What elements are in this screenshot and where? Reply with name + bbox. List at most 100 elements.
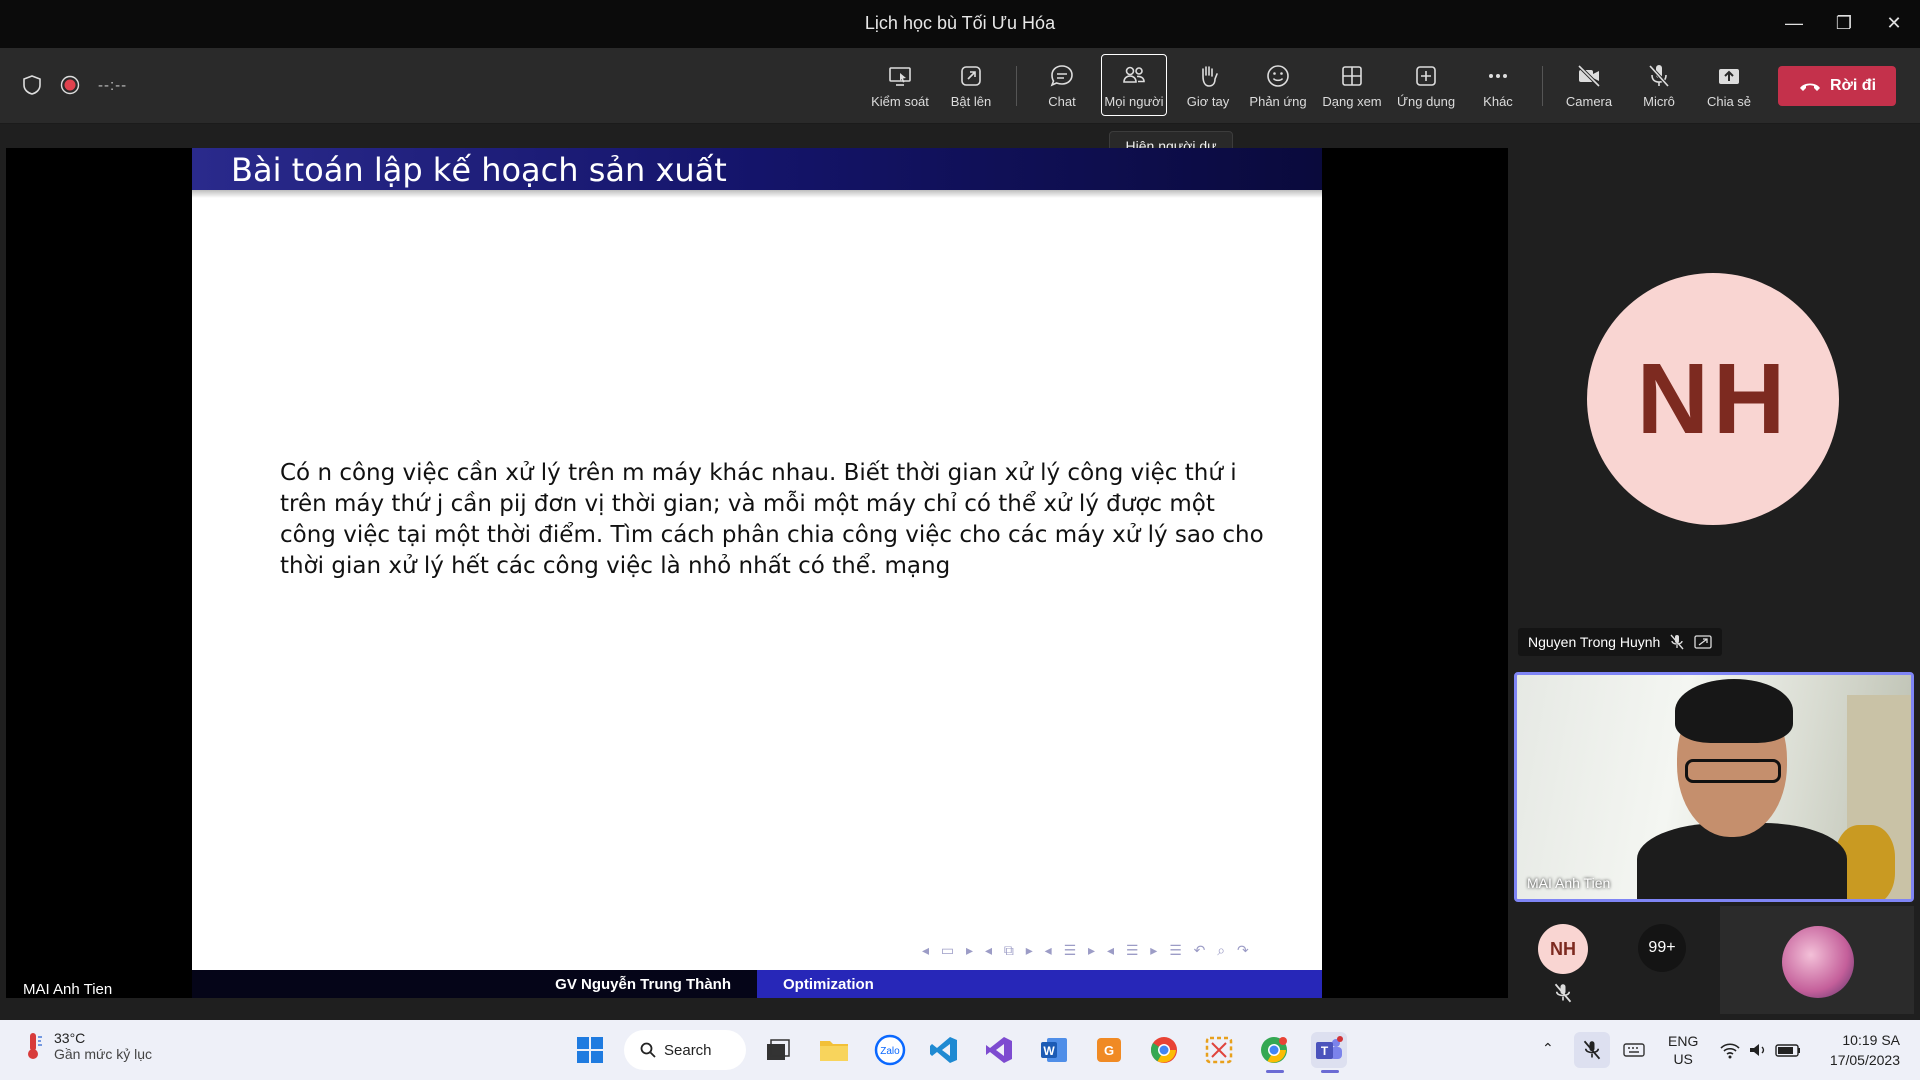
visual-studio-icon[interactable] [981, 1032, 1017, 1068]
raise-hand-icon [1202, 65, 1218, 87]
camera-label: Camera [1565, 93, 1613, 109]
snipping-tool-icon[interactable] [1201, 1032, 1237, 1068]
system-clock[interactable]: 10:19 SA 17/05/2023 [1812, 1030, 1900, 1070]
reaction-label: Phản ứng [1249, 93, 1307, 109]
svg-text:Zalo: Zalo [880, 1046, 900, 1057]
more-icon [1489, 73, 1507, 78]
zalo-icon[interactable]: Zalo [872, 1032, 908, 1068]
running-indicator [1321, 1070, 1339, 1073]
meeting-timer: --:-- [98, 76, 128, 94]
taskbar-search[interactable]: Search [624, 1030, 746, 1070]
self-view-tile[interactable] [1720, 906, 1914, 1014]
slide-header: Bài toán lập kế hoạch sản xuất [192, 148, 1322, 190]
close-button[interactable]: ✕ [1872, 8, 1916, 38]
word-icon[interactable]: W [1036, 1032, 1072, 1068]
pop-out-icon [961, 65, 981, 86]
video-participant-name: MAI Anh Tien [1527, 875, 1611, 891]
folder-glyph [820, 1041, 848, 1061]
search-label: Search [664, 1041, 712, 1059]
tray-overflow-icon[interactable]: ⌃ [1542, 1040, 1554, 1057]
svg-text:G: G [1104, 1043, 1114, 1058]
slide-line: trên máy thứ j cần pij đơn vị thời gian;… [280, 491, 1215, 517]
teams-glyph: T [1316, 1036, 1343, 1059]
meeting-status: --:-- [22, 74, 127, 96]
more-participants-button[interactable]: 99+ [1638, 924, 1686, 972]
running-indicator [1266, 1070, 1284, 1073]
windows-taskbar: 33°C Gần mức kỷ lục Search Zalo W G T ⌃ … [0, 1020, 1920, 1080]
mic-off-icon [1648, 64, 1670, 87]
start-button[interactable] [572, 1032, 608, 1068]
window-title: Lịch học bù Tối Ưu Hóa [864, 13, 1056, 33]
weather-widget[interactable]: 33°C Gần mức kỷ lục [22, 1030, 152, 1062]
camera-off-icon [1577, 64, 1601, 87]
avatar[interactable]: NH [1538, 924, 1588, 974]
toolbar-divider [1016, 66, 1017, 106]
participant-name-tag: Nguyen Trong Huynh [1518, 628, 1723, 656]
more-button[interactable]: Khác [1462, 54, 1534, 116]
avatar[interactable]: NH [1587, 273, 1839, 525]
keyboard-icon[interactable] [1616, 1032, 1652, 1068]
slide-line: Có n công việc cần xử lý trên m máy khác… [280, 460, 1237, 486]
visual-studio-glyph [986, 1037, 1012, 1063]
system-tray-status[interactable] [1716, 1032, 1806, 1068]
more-label: Khác [1483, 93, 1513, 109]
language-indicator[interactable]: ENG US [1668, 1032, 1698, 1068]
raise-hand-button[interactable]: Giơ tay [1172, 54, 1244, 116]
mic-button[interactable]: Micrô [1623, 54, 1695, 116]
hang-up-icon [1799, 83, 1820, 91]
window-title-bar: Lịch học bù Tối Ưu Hóa — ❐ ✕ [0, 0, 1920, 48]
foxit-pdf-icon[interactable]: G [1091, 1032, 1127, 1068]
teams-icon[interactable]: T [1311, 1032, 1347, 1068]
pdf-glyph: G [1097, 1038, 1121, 1062]
minimize-button[interactable]: — [1772, 8, 1816, 38]
slide-navigation-icons: ◂ ▭ ▸ ◂ ⧉ ▸ ◂ ☰ ▸ ◂ ☰ ▸ ☰ ↶ ⌕ ↷ [922, 942, 1253, 958]
file-explorer-icon[interactable] [816, 1032, 852, 1068]
reaction-icon [1267, 64, 1289, 87]
view-button[interactable]: Dạng xem [1316, 54, 1388, 116]
share-icon [1719, 68, 1739, 84]
chrome-profile-glyph [1261, 1037, 1287, 1063]
language-region: US [1673, 1051, 1693, 1067]
presentation-slide: Bài toán lập kế hoạch sản xuất Có n công… [192, 148, 1322, 998]
video-tile[interactable]: MAI Anh Tien [1514, 672, 1914, 902]
chrome-icon[interactable] [1146, 1032, 1182, 1068]
weather-desc: Gần mức kỷ lục [54, 1046, 153, 1062]
slide-footer-topic: Optimization [757, 970, 1322, 998]
clock-time: 10:19 SA [1842, 1032, 1900, 1048]
shield-icon[interactable] [22, 74, 42, 96]
windows-logo-icon [577, 1037, 603, 1063]
participant-name: Nguyen Trong Huynh [1528, 634, 1661, 650]
slide-line: công việc tại một thời điểm. Tìm cách ph… [280, 522, 1264, 548]
tray-mic-icon[interactable] [1574, 1032, 1610, 1068]
mic-off-icon [1554, 983, 1572, 1003]
people-button[interactable]: Mọi người [1101, 54, 1167, 116]
raise-hand-label: Giơ tay [1186, 93, 1230, 109]
task-view-icon[interactable] [760, 1032, 796, 1068]
restore-button[interactable]: ❐ [1822, 8, 1866, 38]
camera-button[interactable]: Camera [1553, 54, 1625, 116]
video-person-hair [1675, 679, 1793, 743]
mic-label: Micrô [1643, 93, 1675, 109]
apps-label: Ứng dụng [1396, 93, 1456, 109]
share-button[interactable]: Chia sẻ [1693, 54, 1765, 116]
chat-label: Chat [1048, 93, 1076, 109]
control-screen-button[interactable]: Kiểm soát [864, 54, 936, 116]
chat-button[interactable]: Chat [1026, 54, 1098, 116]
svg-text:W: W [1043, 1044, 1055, 1058]
slide-title: Bài toán lập kế hoạch sản xuất [231, 151, 727, 189]
recording-icon [60, 75, 80, 95]
pop-out-label: Bật lên [950, 93, 992, 109]
share-label: Chia sẻ [1706, 93, 1752, 109]
chrome-glyph [1150, 1037, 1177, 1063]
apps-icon [1416, 65, 1436, 86]
svg-text:T: T [1321, 1044, 1329, 1058]
chrome-profile-icon[interactable] [1256, 1032, 1292, 1068]
vscode-icon[interactable] [926, 1032, 962, 1068]
slide-line: thời gian xử lý hết các công việc là nhỏ… [280, 553, 951, 579]
reaction-button[interactable]: Phản ứng [1242, 54, 1314, 116]
people-icon [1123, 66, 1145, 83]
vscode-glyph [930, 1037, 957, 1063]
apps-button[interactable]: Ứng dụng [1390, 54, 1462, 116]
leave-button[interactable]: Rời đi [1778, 66, 1896, 106]
pop-out-button[interactable]: Bật lên [935, 54, 1007, 116]
